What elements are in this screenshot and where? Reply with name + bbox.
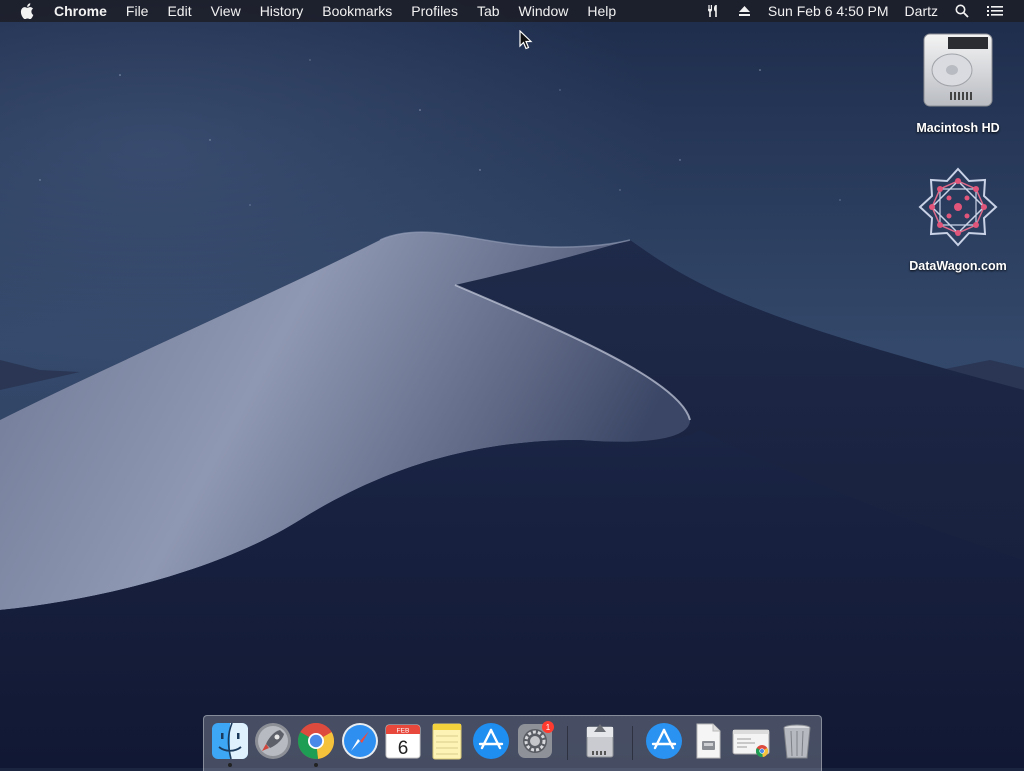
hard-drive-icon <box>923 33 993 107</box>
disk-utility-icon <box>586 724 614 758</box>
desktop-icon-label: Macintosh HD <box>916 121 1000 135</box>
rocket-icon <box>255 723 291 759</box>
document-icon <box>696 723 721 759</box>
app-store-icon <box>646 723 682 759</box>
apple-icon[interactable] <box>20 3 34 19</box>
dock: FEB 6 1 <box>203 715 822 771</box>
dock-separator <box>567 726 568 760</box>
dock-app-store-folder[interactable] <box>644 721 684 761</box>
menu-tab[interactable]: Tab <box>467 0 509 22</box>
menu-window[interactable]: Window <box>509 0 578 22</box>
desktop-icon-macintosh-hd[interactable]: Macintosh HD <box>903 30 1013 135</box>
calendar-icon: FEB 6 <box>385 724 421 759</box>
compass-icon <box>342 723 378 759</box>
menu-history[interactable]: History <box>250 0 313 22</box>
dock-trash[interactable] <box>777 721 817 761</box>
search-icon[interactable] <box>955 4 969 18</box>
menu-bar: Chrome File Edit View History Bookmarks … <box>0 0 1024 22</box>
dock-separator <box>632 726 633 760</box>
dock-safari[interactable] <box>340 721 380 761</box>
dock-notes[interactable] <box>427 721 467 761</box>
desktop-icon-datawagon[interactable]: DataWagon.com <box>903 166 1013 273</box>
menubar-clock[interactable]: Sun Feb 6 4:50 PM <box>760 0 897 22</box>
menubar-user[interactable]: Dartz <box>897 0 946 22</box>
dock-chrome[interactable] <box>296 721 336 761</box>
running-indicator <box>228 763 232 767</box>
chrome-icon <box>297 722 335 760</box>
menu-file[interactable]: File <box>116 0 158 22</box>
calendar-day: 6 <box>398 738 409 759</box>
dock-system-preferences[interactable]: 1 <box>515 721 555 761</box>
dock-chrome-window[interactable] <box>731 721 771 761</box>
calendar-month: FEB <box>397 728 410 735</box>
notification-badge: 1 <box>546 723 551 732</box>
dock-document[interactable] <box>688 721 728 761</box>
tools-icon[interactable] <box>706 4 720 18</box>
browser-window-icon <box>732 729 770 758</box>
dock-finder[interactable] <box>210 721 250 761</box>
finder-icon <box>212 722 248 760</box>
dock-calendar[interactable]: FEB 6 <box>383 721 423 761</box>
menu-profiles[interactable]: Profiles <box>402 0 468 22</box>
menu-bookmarks[interactable]: Bookmarks <box>313 0 402 22</box>
menu-view[interactable]: View <box>201 0 250 22</box>
star-network-icon <box>918 167 998 247</box>
dock-disk-utility[interactable] <box>580 721 620 761</box>
running-indicator <box>314 763 318 767</box>
dock-launchpad[interactable] <box>253 721 293 761</box>
eject-icon[interactable] <box>738 5 751 17</box>
notes-icon <box>432 723 462 760</box>
dock-app-store[interactable] <box>471 721 511 761</box>
menu-help[interactable]: Help <box>578 0 626 22</box>
list-icon[interactable] <box>987 5 1003 17</box>
app-store-icon <box>473 723 509 759</box>
desktop-icon-label: DataWagon.com <box>909 259 1007 273</box>
menu-edit[interactable]: Edit <box>158 0 201 22</box>
gear-icon: 1 <box>518 721 554 758</box>
trash-icon <box>783 724 811 759</box>
mouse-cursor-icon <box>519 30 533 50</box>
desktop-wallpaper <box>0 0 1024 768</box>
menu-app-name[interactable]: Chrome <box>48 0 116 22</box>
